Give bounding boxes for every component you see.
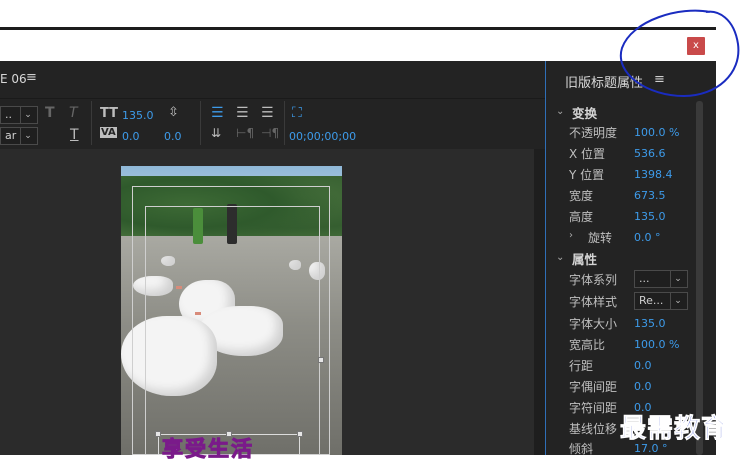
property-value[interactable]: 673.5 <box>634 189 666 202</box>
editor-tab-bar: E 06 ≡ <box>0 61 545 99</box>
title-safe-margin <box>145 206 320 455</box>
toolbar-divider <box>284 101 285 145</box>
font-style-select[interactable]: Re... ⌄ <box>634 292 688 310</box>
property-value[interactable]: 135.0 <box>634 210 666 223</box>
property-label: 不透明度 <box>569 126 618 140</box>
editor-tab-menu-icon[interactable]: ≡ <box>26 70 37 85</box>
property-value[interactable]: 135.0 <box>634 317 666 330</box>
timecode[interactable]: 00;00;00;00 <box>289 130 356 143</box>
toolbar-divider <box>200 101 201 145</box>
resize-handle[interactable] <box>226 431 232 437</box>
property-label: 字偶间距 <box>569 380 618 394</box>
tab-left-icon[interactable]: ⊢¶ <box>236 126 254 140</box>
property-label: 字体系列 <box>569 273 618 287</box>
chevron-right-icon[interactable]: › <box>569 230 573 241</box>
property-label: X 位置 <box>569 147 606 161</box>
chevron-down-icon: ⌄ <box>670 271 685 287</box>
chevron-down-icon: ⌄ <box>670 293 685 309</box>
canvas-scrollbar[interactable] <box>534 149 545 455</box>
watermark-logo: 最需教育 <box>620 414 729 445</box>
tab-right-icon[interactable]: ⊣¶ <box>261 126 279 140</box>
property-label: 宽高比 <box>569 338 606 352</box>
property-label: 字符间距 <box>569 401 618 415</box>
property-value[interactable]: 0.0 <box>634 359 652 372</box>
tab-stops-icon[interactable]: ⇊ <box>211 126 221 140</box>
property-label: 字体大小 <box>569 317 618 331</box>
leading-value[interactable]: 0.0 <box>164 130 182 143</box>
font-style-value: Re... <box>639 294 664 307</box>
italic-icon[interactable]: T <box>69 105 78 121</box>
property-value[interactable]: 536.6 <box>634 147 666 160</box>
font-size-icon: TT <box>100 106 119 121</box>
chevron-down-icon[interactable]: ⌄ <box>556 106 564 117</box>
font-style-value: ar <box>5 129 17 142</box>
font-size-value[interactable]: 135.0 <box>122 109 154 122</box>
property-label: 宽度 <box>569 189 594 203</box>
property-value[interactable]: 100.0 % <box>634 338 679 351</box>
bold-icon[interactable]: T <box>45 105 55 121</box>
kerning-value[interactable]: 0.0 <box>122 130 140 143</box>
property-label: 旋转 <box>588 231 613 245</box>
property-label: 基线位移 <box>569 422 618 436</box>
chevron-down-icon: ⌄ <box>20 128 35 144</box>
transform-section-header[interactable]: 变换 <box>572 103 597 122</box>
underline-icon[interactable]: T <box>70 127 79 143</box>
text-toolbar: .. ⌄ ar ⌄ T T T TT 135.0 VA 0.0 ⇳ 0.0 ☰ … <box>0 99 545 149</box>
font-family-value: ... <box>639 272 650 285</box>
dialog-title-bar <box>0 27 716 61</box>
kerning-icon: VA <box>100 127 117 138</box>
property-label: 字体样式 <box>569 295 618 309</box>
leading-icon: ⇳ <box>168 105 179 120</box>
chevron-down-icon[interactable]: ⌄ <box>556 252 564 263</box>
title-text[interactable]: 享受生活 <box>162 433 302 462</box>
annotation-scribble <box>619 9 740 98</box>
font-style-select[interactable]: ar ⌄ <box>0 127 38 145</box>
show-background-video-icon[interactable]: ⛶ <box>292 105 302 121</box>
resize-handle[interactable] <box>297 431 303 437</box>
property-label: 高度 <box>569 210 594 224</box>
font-family-select[interactable]: ... ⌄ <box>634 270 688 288</box>
editor-tab-label[interactable]: E 06 <box>0 72 27 86</box>
resize-handle[interactable] <box>318 357 324 363</box>
font-family-select[interactable]: .. ⌄ <box>0 106 38 124</box>
property-value[interactable]: 0.0 ° <box>634 231 661 244</box>
legacy-title-properties-panel <box>545 61 716 455</box>
property-value[interactable]: 1398.4 <box>634 168 673 181</box>
align-center-icon[interactable]: ☰ <box>236 105 249 121</box>
property-value[interactable]: 100.0 % <box>634 126 679 139</box>
property-label: Y 位置 <box>569 168 605 182</box>
property-label: 行距 <box>569 359 594 373</box>
font-family-value: .. <box>5 108 12 121</box>
align-right-icon[interactable]: ☰ <box>261 105 274 121</box>
properties-section-header[interactable]: 属性 <box>572 249 597 268</box>
resize-handle[interactable] <box>155 431 161 437</box>
property-label: 倾斜 <box>569 442 594 456</box>
property-value[interactable]: 0.0 <box>634 380 652 393</box>
chevron-down-icon: ⌄ <box>20 107 35 123</box>
toolbar-divider <box>91 101 92 145</box>
align-left-icon[interactable]: ☰ <box>211 105 224 121</box>
properties-scrollbar[interactable] <box>696 101 703 455</box>
